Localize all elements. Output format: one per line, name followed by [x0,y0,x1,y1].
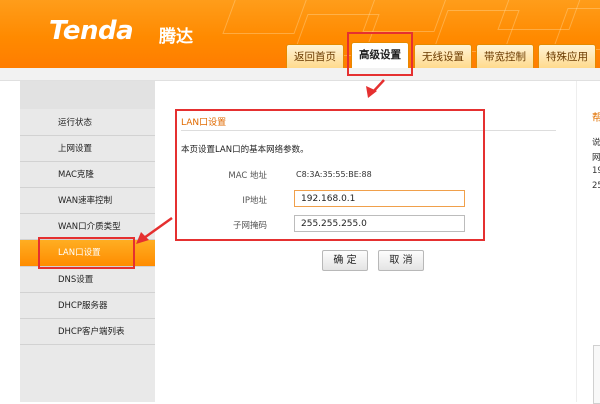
annotation-arrows [136,79,385,244]
arrow-head-lan [136,232,149,244]
arrow-line-lan [143,216,173,240]
